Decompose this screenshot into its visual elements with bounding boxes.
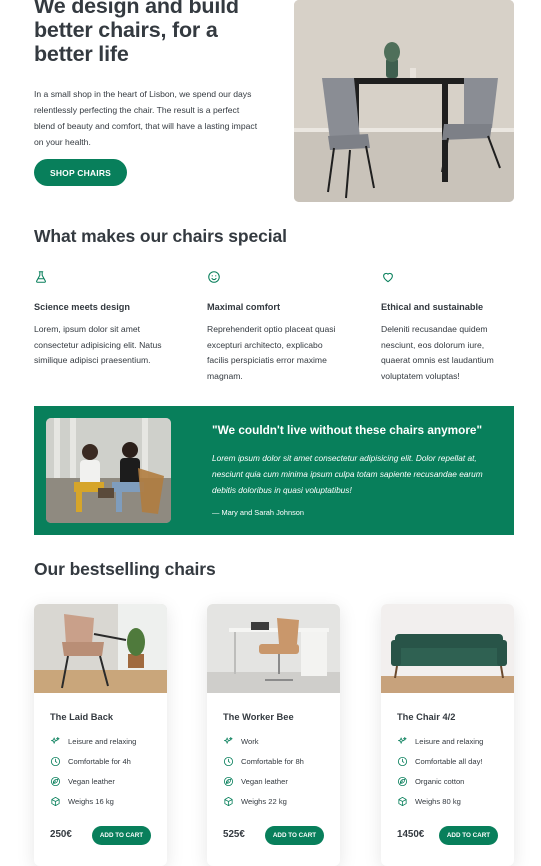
product-price: 525€ bbox=[223, 829, 245, 840]
product-attribute-label: Weighs 22 kg bbox=[241, 796, 287, 806]
product-attribute: Leisure and relaxing bbox=[397, 734, 483, 748]
hero-text: In a small shop in the heart of Lisbon, … bbox=[34, 89, 258, 147]
feature-title: Maximal comfort bbox=[207, 302, 281, 312]
product-name: The Worker Bee bbox=[223, 712, 294, 722]
hero-image bbox=[294, 0, 514, 202]
product-price: 1450€ bbox=[397, 829, 425, 840]
hero-section: We design and build better chairs, for a… bbox=[34, 0, 514, 205]
shop-chairs-button[interactable]: SHOP CHAIRS bbox=[34, 159, 127, 186]
sparkles-icon bbox=[224, 736, 233, 744]
product-attribute: Comfortable all day! bbox=[397, 754, 483, 768]
product-attribute: Vegan leather bbox=[50, 774, 115, 788]
smiley-icon bbox=[208, 271, 220, 283]
feature-ethical: Ethical and sustainable Deleniti recusan… bbox=[381, 270, 521, 381]
feature-text: Deleniti recusandae quidem nesciunt, eos… bbox=[381, 324, 494, 381]
product-attribute: Vegan leather bbox=[223, 774, 288, 788]
product-attribute: Weighs 16 kg bbox=[50, 794, 114, 808]
products-title: Our bestselling chairs bbox=[34, 559, 216, 579]
product-price: 250€ bbox=[50, 829, 72, 840]
product-attribute: Weighs 22 kg bbox=[223, 794, 287, 808]
leaf-icon bbox=[397, 776, 408, 786]
product-attribute-label: Work bbox=[241, 736, 259, 746]
testimonial-author: — Mary and Sarah Johnson bbox=[212, 508, 305, 517]
product-attribute-label: Weighs 16 kg bbox=[68, 796, 114, 806]
features-grid: Science meets design Lorem, ipsum dolor … bbox=[34, 270, 514, 390]
feature-science: Science meets design Lorem, ipsum dolor … bbox=[34, 270, 174, 365]
product-attribute-label: Organic cotton bbox=[415, 776, 465, 786]
testimonial-photo bbox=[46, 418, 171, 523]
product-attribute: Work bbox=[223, 734, 259, 748]
add-to-cart-button[interactable]: ADD TO CART bbox=[265, 826, 324, 845]
feature-text: Lorem, ipsum dolor sit amet consectetur … bbox=[34, 324, 162, 365]
product-image bbox=[34, 604, 167, 693]
clock-icon bbox=[50, 756, 61, 766]
product-attribute-label: Vegan leather bbox=[68, 776, 115, 786]
testimonial-quote: "We couldn't live without these chairs a… bbox=[212, 423, 483, 437]
cube-icon bbox=[51, 796, 60, 806]
product-attribute-label: Comfortable for 8h bbox=[241, 756, 304, 766]
hero-title: We design and build better chairs, for a… bbox=[34, 0, 239, 66]
product-attribute: Comfortable for 4h bbox=[50, 754, 131, 768]
heart-icon bbox=[383, 272, 393, 283]
cube-icon bbox=[398, 796, 407, 806]
feature-text: Reprehenderit optio placeat quasi except… bbox=[207, 324, 336, 381]
feature-title: Ethical and sustainable bbox=[381, 302, 484, 312]
product-image bbox=[207, 604, 340, 693]
product-name: The Chair 4/2 bbox=[397, 712, 456, 722]
product-attribute-label: Comfortable for 4h bbox=[68, 756, 131, 766]
testimonial-section: "We couldn't live without these chairs a… bbox=[34, 406, 514, 535]
flask-icon bbox=[36, 271, 46, 283]
product-attribute-label: Weighs 80 kg bbox=[415, 796, 461, 806]
product-image bbox=[381, 604, 514, 693]
add-to-cart-button[interactable]: ADD TO CART bbox=[92, 826, 151, 845]
cube-icon bbox=[224, 796, 233, 806]
features-title: What makes our chairs special bbox=[34, 226, 287, 246]
product-attribute-label: Leisure and relaxing bbox=[415, 736, 484, 746]
product-attribute-label: Leisure and relaxing bbox=[68, 736, 137, 746]
sparkles-icon bbox=[51, 736, 60, 744]
clock-icon bbox=[223, 756, 234, 766]
testimonial-text: Lorem ipsum dolor sit amet consectetur a… bbox=[212, 453, 483, 495]
product-attribute-label: Comfortable all day! bbox=[415, 756, 483, 766]
clock-icon bbox=[397, 756, 408, 766]
product-name: The Laid Back bbox=[50, 712, 114, 722]
product-attribute-label: Vegan leather bbox=[241, 776, 288, 786]
sparkles-icon bbox=[398, 736, 407, 744]
feature-title: Science meets design bbox=[34, 302, 131, 312]
feature-comfort: Maximal comfort Reprehenderit optio plac… bbox=[207, 270, 347, 381]
add-to-cart-button[interactable]: ADD TO CART bbox=[439, 826, 498, 845]
product-attribute: Weighs 80 kg bbox=[397, 794, 461, 808]
product-attribute: Leisure and relaxing bbox=[50, 734, 136, 748]
leaf-icon bbox=[223, 776, 234, 786]
product-attribute: Comfortable for 8h bbox=[223, 754, 304, 768]
product-attribute: Organic cotton bbox=[397, 774, 464, 788]
leaf-icon bbox=[50, 776, 61, 786]
